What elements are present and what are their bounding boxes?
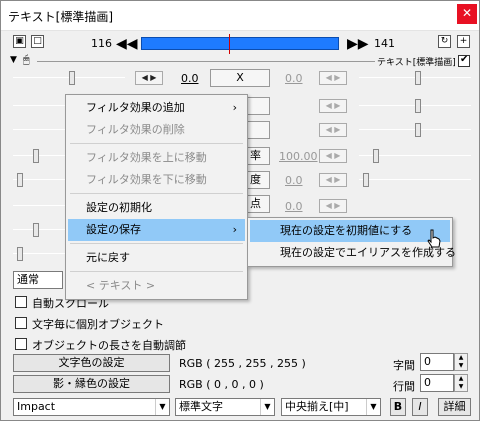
param-slider-row4[interactable] xyxy=(13,173,65,187)
frame-end: 141 xyxy=(374,37,395,50)
param-slider-row4-right[interactable] xyxy=(359,173,471,187)
frame-start: 116 xyxy=(91,37,112,50)
auto-length-label: オブジェクトの長さを自動調節 xyxy=(32,339,186,352)
blend-mode-select[interactable]: 通常 xyxy=(13,271,63,289)
menu-item-label: フィルタ効果の追加 xyxy=(86,101,185,114)
param-slider-row1-right[interactable] xyxy=(359,99,471,113)
menu-item-move-filter-up[interactable]: フィルタ効果を上に移動 xyxy=(68,147,245,169)
add-filter-button[interactable]: + xyxy=(457,35,470,48)
menu-item-add-filter[interactable]: フィルタ効果の追加 › xyxy=(68,97,245,119)
align-value: 中央揃え[中] xyxy=(285,400,349,413)
per-char-object-label: 文字毎に個別オブジェクト xyxy=(32,318,164,331)
param-value-percent[interactable]: 100.00 xyxy=(279,150,318,163)
text-color-rgb: RGB ( 255 , 255 , 255 ) xyxy=(179,357,306,370)
char-spacing-stepper[interactable]: ▲ ▼ xyxy=(454,353,468,371)
submenu-item-create-alias[interactable]: 現在の設定でエイリアスを作成する xyxy=(250,242,456,264)
bold-button[interactable]: B xyxy=(390,398,406,416)
prev-frame-button[interactable]: ◀◀ xyxy=(116,37,138,51)
menu-separator xyxy=(70,243,243,244)
char-spacing-input[interactable]: 0 xyxy=(420,353,454,371)
object-settings-window: テキスト[標準描画] ✕ ▣ □ 116 ◀◀ ▶▶ 141 ↻ + ▼ 🖱 テ… xyxy=(0,0,480,421)
text-style-value: 標準文字 xyxy=(179,400,223,413)
submenu-item-set-default[interactable]: 現在の設定を初期値にする xyxy=(250,220,450,242)
italic-button[interactable]: I xyxy=(412,398,428,416)
submenu-arrow-icon: › xyxy=(232,101,237,114)
chevron-down-icon: ▼ xyxy=(260,399,274,415)
submenu-arrow-icon: › xyxy=(232,223,237,236)
chevron-down-icon: ▼ xyxy=(155,399,169,415)
object-label: テキスト[標準描画] xyxy=(377,58,456,68)
camera-icon[interactable]: ▣ xyxy=(13,35,26,48)
menu-item-move-filter-down[interactable]: フィルタ効果を下に移動 xyxy=(68,169,245,191)
save-settings-submenu: 現在の設定を初期値にする 現在の設定でエイリアスを作成する xyxy=(247,217,456,267)
param-slider-row2-right[interactable] xyxy=(359,123,471,137)
font-family-select[interactable]: Impact ▼ xyxy=(13,398,170,416)
next-frame-button[interactable]: ▶▶ xyxy=(347,37,369,51)
text-style-select[interactable]: 標準文字 ▼ xyxy=(175,398,275,416)
menu-item-label: 設定の保存 xyxy=(86,223,141,236)
shadow-color-button[interactable]: 影・縁色の設定 xyxy=(13,375,170,393)
window-icon[interactable]: □ xyxy=(31,35,44,48)
param-slider-row7[interactable] xyxy=(13,247,65,261)
param-value-row4[interactable]: 0.0 xyxy=(285,174,303,187)
hand-cursor-icon xyxy=(427,229,441,248)
frame-range-bar[interactable] xyxy=(141,34,339,54)
chevron-down-icon: ▼ xyxy=(366,399,380,415)
menu-separator xyxy=(70,143,243,144)
param-axis-button[interactable]: X xyxy=(210,69,270,87)
param-slider-row3-right[interactable] xyxy=(359,149,471,163)
menu-item-object-name: < テキスト > xyxy=(86,279,156,292)
auto-scroll-checkbox[interactable] xyxy=(15,296,27,308)
mouse-icon: 🖱 xyxy=(23,53,30,66)
text-color-button[interactable]: 文字色の設定 xyxy=(13,354,170,372)
timeline-cursor[interactable] xyxy=(229,34,230,54)
param-slider-right[interactable] xyxy=(359,71,471,85)
param-value-row5[interactable]: 0.0 xyxy=(285,200,303,213)
per-char-object-checkbox[interactable] xyxy=(15,317,27,329)
blend-mode-value: 通常 xyxy=(17,273,39,286)
close-button[interactable]: ✕ xyxy=(457,4,477,24)
param-value-left[interactable]: 0.0 xyxy=(181,72,199,85)
auto-length-checkbox[interactable] xyxy=(15,338,27,350)
param-slider-row2[interactable] xyxy=(13,123,65,137)
param-value-right[interactable]: 0.0 xyxy=(285,72,303,85)
menu-item-delete-filter[interactable]: フィルタ効果の削除 xyxy=(68,119,245,141)
menu-separator xyxy=(70,271,243,272)
line-spacing-label: 行間 xyxy=(393,380,415,393)
param-slider-row1[interactable] xyxy=(13,99,65,113)
menu-item-save-settings[interactable]: 設定の保存 › xyxy=(68,219,245,241)
menu-item-undo[interactable]: 元に戻す xyxy=(68,247,245,269)
param-slider-row5[interactable] xyxy=(13,199,65,213)
line-spacing-stepper[interactable]: ▲ ▼ xyxy=(454,374,468,392)
param-slider-row6[interactable] xyxy=(13,223,65,237)
align-select[interactable]: 中央揃え[中] ▼ xyxy=(281,398,381,416)
menu-separator xyxy=(70,193,243,194)
line-spacing-input[interactable]: 0 xyxy=(420,374,454,392)
font-family-value: Impact xyxy=(17,400,56,413)
param-arrows-right[interactable]: ◀ ▶ xyxy=(319,71,347,85)
param-slider-row3[interactable] xyxy=(13,149,65,163)
object-enable-checkbox[interactable] xyxy=(458,54,470,67)
title-bar: テキスト[標準描画] ✕ xyxy=(1,1,479,31)
param-arrows-row4[interactable]: ◀ ▶ xyxy=(319,173,347,187)
divider xyxy=(37,61,375,62)
shadow-color-rgb: RGB ( 0 , 0 , 0 ) xyxy=(179,378,264,391)
collapse-triangle-icon[interactable]: ▼ xyxy=(10,55,17,65)
char-spacing-label: 字間 xyxy=(393,359,415,372)
detail-button[interactable]: 詳細 xyxy=(438,398,471,416)
menu-item-reset-settings[interactable]: 設定の初期化 xyxy=(68,197,245,219)
param-arrows-row3[interactable]: ◀ ▶ xyxy=(319,149,347,163)
window-title: テキスト[標準描画] xyxy=(8,10,114,24)
param-arrows-row1[interactable]: ◀ ▶ xyxy=(319,99,347,113)
sync-icon[interactable]: ↻ xyxy=(438,35,451,48)
context-menu: フィルタ効果の追加 › フィルタ効果の削除 フィルタ効果を上に移動 フィルタ効果… xyxy=(65,94,248,300)
param-slider-left[interactable] xyxy=(13,71,125,85)
param-arrows-row5[interactable]: ◀ ▶ xyxy=(319,199,347,213)
param-arrows-row2[interactable]: ◀ ▶ xyxy=(319,123,347,137)
param-arrows-left[interactable]: ◀ ▶ xyxy=(135,71,163,85)
